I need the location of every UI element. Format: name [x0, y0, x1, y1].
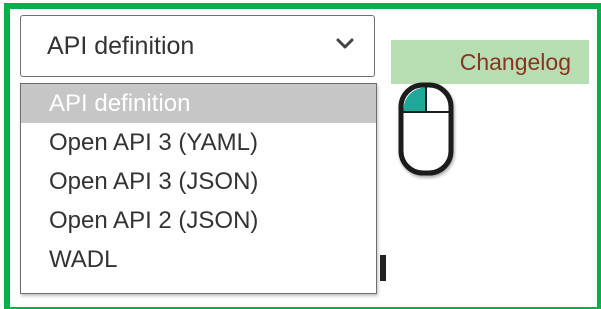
api-definition-dropdown[interactable]: API definition Open API 3 (YAML) Open AP…: [20, 83, 377, 294]
api-definition-select[interactable]: API definition: [20, 15, 375, 77]
dropdown-option-open-api-2-json[interactable]: Open API 2 (JSON): [21, 201, 376, 240]
dropdown-option-open-api-3-json[interactable]: Open API 3 (JSON): [21, 162, 376, 201]
dropdown-option-open-api-3-yaml[interactable]: Open API 3 (YAML): [21, 123, 376, 162]
select-value: API definition: [47, 31, 195, 60]
mouse-cursor-icon: [398, 82, 454, 176]
dropdown-option-wadl[interactable]: WADL: [21, 240, 376, 279]
background-edge: [380, 255, 386, 281]
changelog-link[interactable]: Changelog: [391, 40, 589, 84]
highlight-frame: API definition Changelog API definition …: [4, 3, 601, 309]
changelog-label: Changelog: [459, 49, 571, 75]
dropdown-option-api-definition[interactable]: API definition: [21, 84, 376, 123]
chevron-down-icon: [336, 38, 354, 49]
